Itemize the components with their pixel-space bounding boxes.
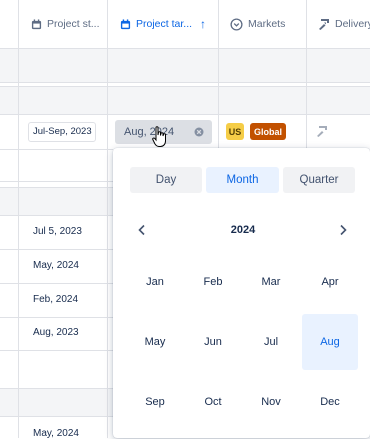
month-picker-popup: Day Month Quarter 2024 Jan Feb Mar Apr M… [113, 148, 370, 438]
column-header-label: Markets [248, 18, 286, 30]
column-header-markets[interactable]: Markets [230, 0, 306, 48]
month-feb[interactable]: Feb [185, 254, 241, 310]
tab-month[interactable]: Month [206, 167, 279, 193]
column-header-label: Project st... [47, 18, 100, 30]
month-mar[interactable]: Mar [243, 254, 299, 310]
year-label: 2024 [230, 224, 256, 236]
month-nov[interactable]: Nov [243, 374, 299, 430]
month-aug[interactable]: Aug [302, 314, 358, 370]
month-sep[interactable]: Sep [127, 374, 183, 430]
group-row [0, 86, 370, 114]
column-header-project-start[interactable]: Project st... [31, 0, 107, 48]
month-oct[interactable]: Oct [185, 374, 241, 430]
start-date-value: Aug, 2023 [33, 327, 79, 338]
market-badge-us: US [226, 123, 244, 140]
start-date-value: Feb, 2024 [33, 294, 79, 305]
calendar-icon [31, 18, 42, 29]
start-date-value: Jul 5, 2023 [33, 226, 82, 237]
delivery-icon [317, 126, 327, 137]
month-may[interactable]: May [127, 314, 183, 370]
column-header-delivery[interactable]: Delivery [318, 0, 370, 48]
month-dec[interactable]: Dec [302, 374, 358, 430]
month-apr[interactable]: Apr [302, 254, 358, 310]
chevron-left-icon[interactable] [137, 224, 147, 236]
chevron-circle-icon [230, 17, 243, 31]
start-date-value: Jul-Sep, 2023 [33, 126, 92, 137]
month-jun[interactable]: Jun [185, 314, 241, 370]
tab-quarter[interactable]: Quarter [283, 167, 355, 193]
tab-day[interactable]: Day [130, 167, 202, 193]
delivery-icon [319, 19, 329, 30]
sort-ascending-icon[interactable]: ↑ [200, 17, 206, 31]
column-header-project-target[interactable]: Project tar... ↑ [120, 0, 218, 48]
column-header-label: Delivery [335, 18, 370, 30]
start-date-value: May, 2024 [33, 260, 79, 271]
hand-cursor-icon [152, 126, 166, 147]
clear-icon[interactable] [194, 127, 204, 137]
market-badge-global: Global [250, 123, 286, 140]
start-date-value: May, 2024 [33, 428, 79, 439]
month-jul[interactable]: Jul [243, 314, 299, 370]
chevron-right-icon[interactable] [338, 224, 348, 236]
calendar-icon [120, 18, 131, 29]
month-jan[interactable]: Jan [127, 254, 183, 310]
column-header-label: Project tar... [136, 18, 193, 30]
group-row [0, 48, 370, 82]
